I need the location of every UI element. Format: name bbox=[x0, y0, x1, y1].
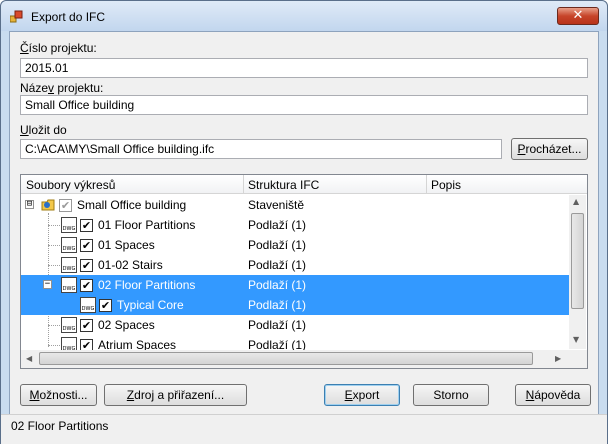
row-name: 01 Floor Partitions bbox=[98, 218, 196, 232]
tree-row-selected[interactable]: − DWG ✔ 02 Floor Partitions Podlaží (1) bbox=[21, 275, 569, 295]
horizontal-scrollbar[interactable]: ◀ ▶ bbox=[21, 350, 569, 368]
project-folder-icon bbox=[41, 199, 55, 211]
save-path-field[interactable]: C:\ACA\MY\Small Office building.ifc bbox=[20, 139, 502, 159]
column-ifc-structure[interactable]: Struktura IFC bbox=[248, 178, 319, 192]
project-number-field[interactable]: 2015.01 bbox=[20, 58, 588, 78]
tree-row[interactable]: DWG ✔ 01 Floor Partitions Podlaží (1) bbox=[21, 215, 569, 235]
row-checkbox[interactable]: ✔ bbox=[59, 199, 72, 212]
dialog-body: Číslo projektu: 2015.01 Název projektu: … bbox=[9, 31, 599, 415]
browse-button[interactable]: Procházet... bbox=[511, 138, 588, 160]
row-structure: Podlaží (1) bbox=[248, 278, 307, 292]
save-to-label: Uložit do bbox=[20, 123, 67, 137]
tree-row[interactable]: DWG ✔ 01 Spaces Podlaží (1) bbox=[21, 235, 569, 255]
row-structure: Podlaží (1) bbox=[248, 338, 307, 350]
status-text: 02 Floor Partitions bbox=[11, 419, 109, 433]
dwg-file-icon: DWG bbox=[61, 217, 77, 233]
row-checkbox[interactable]: ✔ bbox=[80, 279, 93, 292]
vertical-scroll-thumb[interactable] bbox=[571, 213, 584, 309]
dwg-file-icon: DWG bbox=[61, 317, 77, 333]
collapse-toggle-icon[interactable]: ⊟ bbox=[25, 200, 34, 209]
tree-row[interactable]: DWG ✔ 02 Spaces Podlaží (1) bbox=[21, 315, 569, 335]
scrollbar-corner bbox=[569, 350, 587, 368]
row-checkbox[interactable]: ✔ bbox=[99, 299, 112, 312]
column-separator bbox=[243, 175, 244, 194]
export-ifc-dialog: Export do IFC ✕ Číslo projektu: 2015.01 … bbox=[0, 0, 608, 444]
vertical-scrollbar[interactable]: ▲ ▼ bbox=[569, 195, 586, 349]
status-bar: 02 Floor Partitions bbox=[1, 414, 607, 444]
title-bar[interactable]: Export do IFC ✕ bbox=[1, 1, 607, 31]
column-drawing-files[interactable]: Soubory výkresů bbox=[26, 178, 115, 192]
project-name-field[interactable]: Small Office building bbox=[20, 95, 588, 115]
row-structure: Staveniště bbox=[248, 198, 305, 212]
close-button[interactable]: ✕ bbox=[557, 7, 599, 25]
horizontal-scroll-thumb[interactable] bbox=[39, 352, 533, 365]
row-name: 01 Spaces bbox=[98, 238, 155, 252]
dwg-file-icon: DWG bbox=[61, 257, 77, 273]
row-structure: Podlaží (1) bbox=[248, 258, 307, 272]
options-button[interactable]: Možnosti... bbox=[20, 384, 97, 406]
tree-row-selected[interactable]: DWG ✔ Typical Core Podlaží (1) bbox=[21, 295, 569, 315]
scroll-up-icon[interactable]: ▲ bbox=[573, 197, 579, 206]
ifc-export-icon bbox=[10, 10, 23, 23]
row-checkbox[interactable]: ✔ bbox=[80, 339, 93, 350]
tree-row[interactable]: DWG ✔ Atrium Spaces Podlaží (1) bbox=[21, 335, 569, 350]
row-name: Typical Core bbox=[117, 298, 184, 312]
column-description[interactable]: Popis bbox=[431, 178, 461, 192]
collapse-toggle-icon[interactable]: − bbox=[43, 280, 52, 289]
dwg-file-icon: DWG bbox=[61, 337, 77, 350]
source-assignment-button[interactable]: Zdroj a přiřazení... bbox=[104, 384, 247, 406]
dwg-file-icon: DWG bbox=[61, 277, 77, 293]
tree-row[interactable]: ⊟ ✔ Small Office building Staveniště bbox=[21, 195, 569, 215]
close-icon: ✕ bbox=[572, 8, 584, 23]
row-checkbox[interactable]: ✔ bbox=[80, 219, 93, 232]
tree-row[interactable]: DWG ✔ 01-02 Stairs Podlaží (1) bbox=[21, 255, 569, 275]
row-structure: Podlaží (1) bbox=[248, 298, 307, 312]
row-structure: Podlaží (1) bbox=[248, 318, 307, 332]
row-structure: Podlaží (1) bbox=[248, 238, 307, 252]
drawing-files-tree[interactable]: Soubory výkresů Struktura IFC Popis ⊟ ✔ … bbox=[20, 174, 588, 369]
window-title: Export do IFC bbox=[31, 10, 106, 24]
row-checkbox[interactable]: ✔ bbox=[80, 259, 93, 272]
row-name: 02 Spaces bbox=[98, 318, 155, 332]
cancel-button[interactable]: Storno bbox=[413, 384, 489, 406]
export-button[interactable]: Export bbox=[324, 384, 400, 406]
row-name: 01-02 Stairs bbox=[98, 258, 163, 272]
row-checkbox[interactable]: ✔ bbox=[80, 239, 93, 252]
project-number-label: Číslo projektu: bbox=[20, 41, 97, 55]
row-name: Small Office building bbox=[77, 198, 187, 212]
scroll-down-icon[interactable]: ▼ bbox=[573, 335, 579, 344]
row-name: Atrium Spaces bbox=[98, 338, 177, 350]
scroll-left-icon[interactable]: ◀ bbox=[26, 354, 32, 363]
row-structure: Podlaží (1) bbox=[248, 218, 307, 232]
column-separator bbox=[426, 175, 427, 194]
dwg-file-icon: DWG bbox=[61, 237, 77, 253]
column-header: Soubory výkresů Struktura IFC Popis bbox=[21, 175, 587, 194]
row-checkbox[interactable]: ✔ bbox=[80, 319, 93, 332]
scroll-right-icon[interactable]: ▶ bbox=[555, 354, 561, 363]
help-button[interactable]: Nápověda bbox=[515, 384, 591, 406]
row-name: 02 Floor Partitions bbox=[98, 278, 196, 292]
dwg-file-icon: DWG bbox=[80, 297, 96, 313]
project-name-label: Název projektu: bbox=[20, 81, 104, 95]
